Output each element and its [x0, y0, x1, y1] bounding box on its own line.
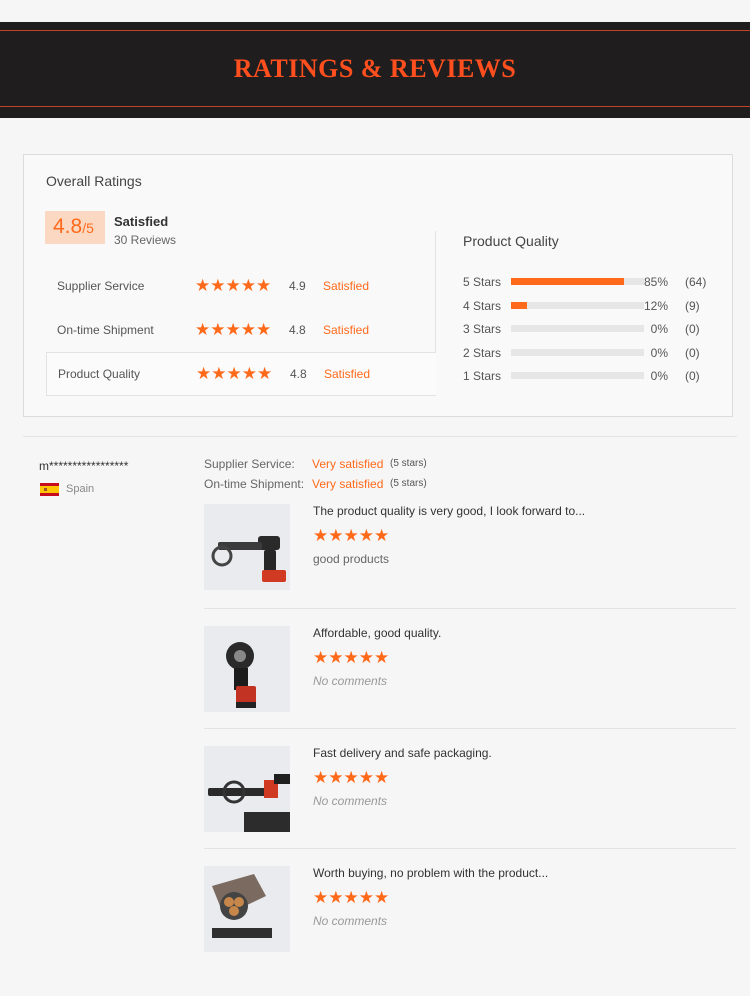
rating-value: 4.8: [290, 367, 307, 381]
review-item: Fast delivery and safe packaging. ★★★★★ …: [204, 746, 736, 836]
distribution-track: [511, 349, 644, 356]
product-thumbnail[interactable]: [204, 504, 290, 590]
review-comment: No comments: [313, 794, 388, 808]
star-rating: ★★★★★: [195, 320, 272, 339]
review-entry: m***************** Spain Supplier Servic…: [23, 436, 737, 960]
rating-row-product-quality[interactable]: Product Quality ★★★★★ 4.8 Satisfied: [46, 352, 436, 396]
meta-stars: (5 stars): [390, 478, 427, 489]
distribution-percent: 0%: [650, 369, 668, 383]
review-item: The product quality is very good, I look…: [204, 504, 736, 594]
product-thumbnail[interactable]: [204, 746, 290, 832]
distribution-track: [511, 302, 644, 309]
rating-label: On-time Shipment: [57, 323, 154, 337]
overall-ratings-title: Overall Ratings: [46, 173, 142, 189]
review-comment: good products: [313, 552, 390, 566]
review-text: Worth buying, no problem with the produc…: [313, 866, 549, 880]
rating-value: 4.8: [289, 323, 306, 337]
star-rating: ★★★★★: [196, 364, 273, 383]
distribution-label: 2 Stars: [463, 346, 502, 360]
distribution-fill: [511, 302, 527, 309]
distribution-row-2: 2 Stars 0% (0): [463, 345, 723, 361]
overall-ratings-card: Overall Ratings 4.8/5 Satisfied 30 Revie…: [23, 154, 733, 417]
item-divider: [204, 728, 736, 729]
item-divider: [204, 848, 736, 849]
distribution-percent: 12%: [643, 299, 668, 313]
review-comment: No comments: [313, 914, 388, 928]
panel-divider: [435, 231, 436, 353]
rating-value: 4.9: [289, 279, 306, 293]
distribution-track: [511, 278, 644, 285]
panel-divider-horizontal: [313, 352, 436, 353]
distribution-count: (0): [685, 346, 700, 360]
rating-row-supplier-service: Supplier Service ★★★★★ 4.9 Satisfied: [46, 265, 436, 309]
meta-stars: (5 stars): [390, 458, 427, 469]
star-rating: ★★★★★: [313, 888, 390, 907]
item-divider: [204, 608, 736, 609]
reviewer-name: m*****************: [39, 459, 129, 473]
product-thumbnail[interactable]: [204, 866, 290, 952]
review-comment: No comments: [313, 674, 388, 688]
banner-top-line: [0, 30, 750, 31]
banner-bottom-line: [0, 106, 750, 107]
distribution-percent: 0%: [650, 346, 668, 360]
review-text: Fast delivery and safe packaging.: [313, 746, 492, 760]
review-text: Affordable, good quality.: [313, 626, 442, 640]
spain-flag-icon: [40, 483, 59, 496]
review-item: Worth buying, no problem with the produc…: [204, 866, 736, 952]
review-text: The product quality is very good, I look…: [313, 504, 586, 518]
rating-status: Satisfied: [323, 323, 370, 337]
distribution-row-3: 3 Stars 0% (0): [463, 321, 723, 337]
distribution-count: (0): [685, 369, 700, 383]
rating-status: Satisfied: [323, 279, 370, 293]
distribution-track: [511, 325, 644, 332]
rating-label: Product Quality: [58, 367, 141, 381]
distribution-percent: 0%: [650, 322, 668, 336]
rating-status: Satisfied: [324, 367, 371, 381]
star-rating: ★★★★★: [195, 276, 272, 295]
score-badge: 4.8/5: [45, 211, 105, 244]
rating-label: Supplier Service: [57, 279, 145, 293]
distribution-label: 1 Stars: [463, 369, 502, 383]
review-item: Affordable, good quality. ★★★★★ No comme…: [204, 626, 736, 716]
distribution-count: (64): [685, 275, 707, 289]
distribution-row-1: 1 Stars 0% (0): [463, 368, 723, 384]
meta-key: Supplier Service:: [204, 457, 295, 471]
distribution-label: 5 Stars: [463, 275, 502, 289]
distribution-percent: 85%: [643, 275, 668, 289]
product-quality-title: Product Quality: [463, 233, 559, 249]
rating-row-on-time-shipment: On-time Shipment ★★★★★ 4.8 Satisfied: [46, 309, 436, 353]
meta-value: Very satisfied: [312, 477, 384, 491]
distribution-row-5: 5 Stars 85% (64): [463, 274, 723, 290]
distribution-track: [511, 372, 644, 379]
product-thumbnail[interactable]: [204, 626, 290, 712]
distribution-fill: [511, 278, 625, 285]
star-rating: ★★★★★: [313, 648, 390, 667]
distribution-label: 3 Stars: [463, 322, 502, 336]
distribution-row-4: 4 Stars 12% (9): [463, 298, 723, 314]
meta-value: Very satisfied: [312, 457, 384, 471]
star-rating: ★★★★★: [313, 526, 390, 545]
score-denominator: /5: [82, 220, 94, 236]
overall-status: Satisfied: [114, 214, 169, 229]
distribution-count: (0): [685, 322, 700, 336]
score-value: 4.8: [53, 215, 83, 238]
section-banner: RATINGS & REVIEWS: [0, 22, 750, 118]
meta-key: On-time Shipment:: [204, 477, 305, 491]
banner-title: RATINGS & REVIEWS: [233, 54, 517, 83]
reviews-count: 30 Reviews: [114, 233, 177, 247]
distribution-label: 4 Stars: [463, 299, 502, 313]
reviewer-country: Spain: [66, 483, 95, 495]
star-rating: ★★★★★: [313, 768, 390, 787]
distribution-count: (9): [685, 299, 700, 313]
